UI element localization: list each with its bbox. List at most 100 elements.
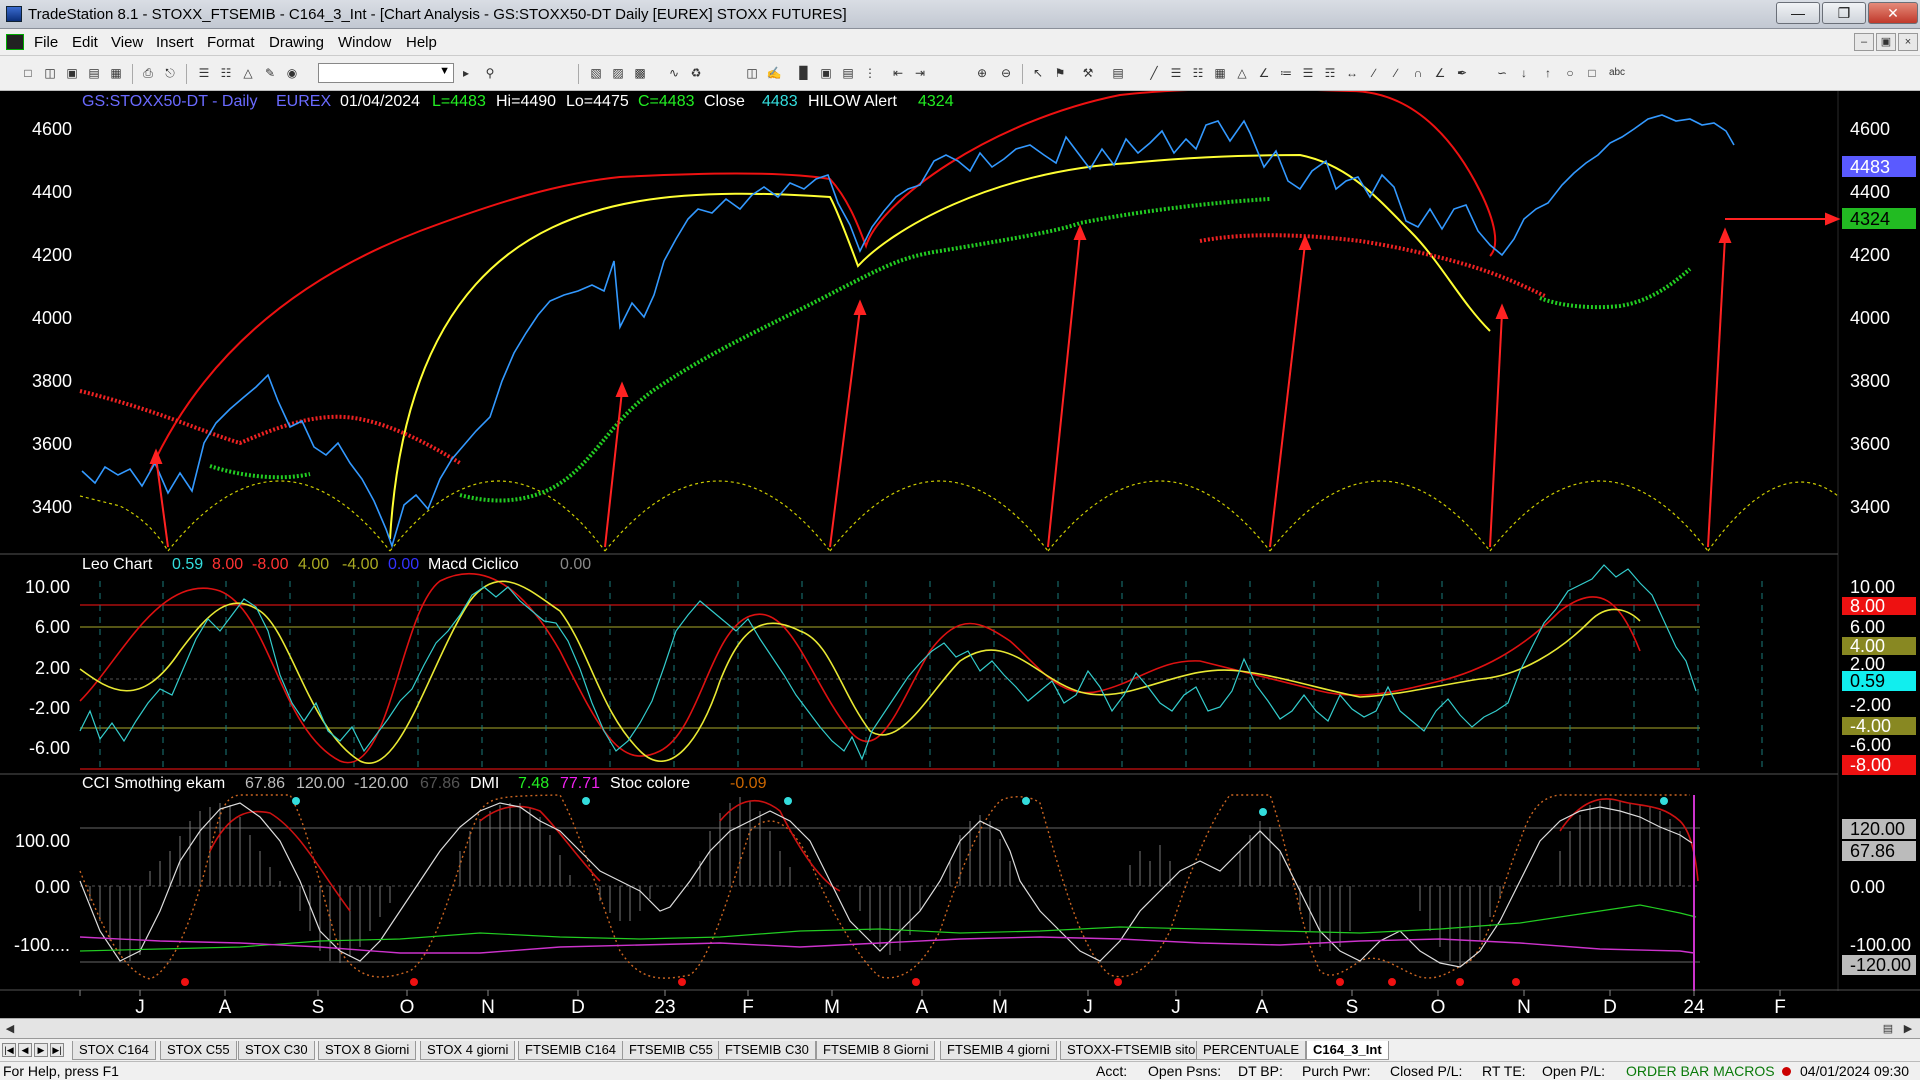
axis-tick-4000: 4000 — [1850, 308, 1890, 328]
maximize-button[interactable]: ❐ — [1822, 2, 1866, 24]
status-macros[interactable]: ORDER BAR MACROS — [1626, 1063, 1775, 1079]
tab-stox-c55[interactable]: STOX C55 — [160, 1041, 237, 1060]
scroll-thumb-icon[interactable]: ▤ — [1880, 1021, 1896, 1037]
open-workspace-icon[interactable]: ▤ — [86, 65, 102, 81]
tab-next-icon[interactable]: ▶ — [34, 1043, 48, 1057]
open-icon[interactable]: ◫ — [42, 65, 58, 81]
arc-icon[interactable]: ∩ — [1410, 65, 1426, 81]
time-label-15: O — [1431, 997, 1446, 1018]
new-workspace-icon[interactable]: ▣ — [64, 65, 80, 81]
menu-format[interactable]: Format — [207, 34, 255, 51]
wrench-icon[interactable]: ⚒ — [1080, 65, 1096, 81]
format-icon[interactable]: ☰ — [196, 65, 212, 81]
macd-value: 0.00 — [560, 556, 591, 573]
format2-icon[interactable]: ☷ — [218, 65, 234, 81]
tab-ftsemib-c164[interactable]: FTSEMIB C164 — [518, 1041, 624, 1060]
close-button[interactable]: ✕ — [1868, 2, 1918, 24]
tab-stoxx-ftsemib-sito[interactable]: STOXX-FTSEMIB sito — [1060, 1041, 1203, 1060]
globe-icon[interactable]: ◉ — [284, 65, 300, 81]
tab-ftsemib-8-giorni[interactable]: FTSEMIB 8 Giorni — [816, 1041, 936, 1060]
scroll-right-arrow-icon[interactable]: ▶ — [1900, 1021, 1916, 1037]
scroll-left-icon[interactable]: ⇤ — [890, 65, 906, 81]
andrews-icon[interactable]: △ — [1234, 65, 1250, 81]
chart-area[interactable]: 4600 4400 4200 4000 3800 3600 3400 4600 … — [0, 91, 1920, 1018]
regression-icon[interactable]: ≔ — [1278, 65, 1294, 81]
menu-help[interactable]: Help — [406, 34, 437, 51]
brush-icon[interactable]: ✒ — [1454, 65, 1470, 81]
tab-ftsemib-4-giorni[interactable]: FTSEMIB 4 giorni — [940, 1041, 1057, 1060]
pencil-icon[interactable]: ∕ — [1388, 65, 1404, 81]
status-open-psns: Open Psns: — [1148, 1063, 1222, 1079]
curve-icon[interactable]: ∽ — [1494, 65, 1510, 81]
tab-prev-icon[interactable]: ◀ — [18, 1043, 32, 1057]
scroll-right-icon[interactable]: ⇥ — [912, 65, 928, 81]
menu-window[interactable]: Window — [338, 34, 391, 51]
leo-tag-m8: -8.00 — [1850, 755, 1891, 775]
time-label-7: F — [742, 997, 754, 1018]
tools-icon[interactable]: ✎ — [262, 65, 278, 81]
minimize-button[interactable]: — — [1776, 2, 1820, 24]
leo-value-2: 8.00 — [212, 556, 243, 573]
point-icon[interactable]: ⋮ — [862, 65, 878, 81]
parallel-lines-icon[interactable]: ∕ — [1366, 65, 1382, 81]
candle-icon[interactable]: ▣ — [818, 65, 834, 81]
chart-layout3-icon[interactable]: ▩ — [632, 65, 648, 81]
save-icon[interactable]: ▦ — [108, 65, 124, 81]
speed-lines-icon[interactable]: ∠ — [1256, 65, 1272, 81]
mdi-restore-button[interactable]: ▣ — [1876, 33, 1896, 51]
horizontal-scrollbar[interactable]: ◀ ▤ ▶ — [0, 1018, 1920, 1038]
lock-icon[interactable]: △ — [240, 65, 256, 81]
gann-icon[interactable]: ▦ — [1212, 65, 1228, 81]
horizontal-line-icon[interactable]: ↔ — [1344, 65, 1360, 81]
print-preview-icon[interactable]: ⎋ — [162, 65, 178, 81]
data-window-icon[interactable]: ▤ — [1110, 65, 1126, 81]
down-arrow-icon[interactable]: ↓ — [1516, 65, 1532, 81]
menu-insert[interactable]: Insert — [156, 34, 194, 51]
tab-last-icon[interactable]: ▶| — [50, 1043, 64, 1057]
menu-view[interactable]: View — [111, 34, 143, 51]
strategy-icon[interactable]: ♻ — [688, 65, 704, 81]
insert-analysis-icon[interactable]: ◫ — [744, 65, 760, 81]
find-icon[interactable]: ⚲ — [482, 65, 498, 81]
tab-ftsemib-c30[interactable]: FTSEMIB C30 — [718, 1041, 816, 1060]
line-icon[interactable]: ▤ — [840, 65, 856, 81]
fan-icon[interactable]: ∠ — [1432, 65, 1448, 81]
tab-stox-c164[interactable]: STOX C164 — [72, 1041, 156, 1060]
bar-chart-icon[interactable]: ▉ — [796, 65, 812, 81]
tab-stox-4-giorni[interactable]: STOX 4 giorni — [420, 1041, 516, 1060]
symbol-combo[interactable]: ▼ — [318, 63, 454, 83]
up-arrow-icon[interactable]: ↑ — [1540, 65, 1556, 81]
tab-stox-8-giorni[interactable]: STOX 8 Giorni — [318, 1041, 417, 1060]
tab-ftsemib-c55[interactable]: FTSEMIB C55 — [622, 1041, 720, 1060]
scroll-left-arrow-icon[interactable]: ◀ — [2, 1021, 18, 1037]
menu-drawing[interactable]: Drawing — [269, 34, 324, 51]
mdi-minimize-button[interactable]: – — [1854, 33, 1874, 51]
tab-first-icon[interactable]: |◀ — [2, 1043, 16, 1057]
fib-lines-icon[interactable]: ☷ — [1190, 65, 1206, 81]
play-icon[interactable]: ▸ — [458, 65, 474, 81]
pointer-icon[interactable]: ↖ — [1030, 65, 1046, 81]
ellipse-icon[interactable]: ○ — [1562, 65, 1578, 81]
tab-c164-3-int[interactable]: C164_3_Int — [1306, 1041, 1389, 1060]
tab-stox-c30[interactable]: STOX C30 — [238, 1041, 315, 1060]
new-icon[interactable]: □ — [20, 65, 36, 81]
chart-layout2-icon[interactable]: ▨ — [610, 65, 626, 81]
zoom-out-icon[interactable]: ⊖ — [998, 65, 1014, 81]
cycle-lines-icon[interactable]: ☶ — [1322, 65, 1338, 81]
mdi-close-button[interactable]: × — [1898, 33, 1918, 51]
tab-percentuale[interactable]: PERCENTUALE — [1196, 1041, 1307, 1060]
rectangle-icon[interactable]: □ — [1584, 65, 1600, 81]
cci-left-axis-0: 0.00 — [35, 877, 70, 897]
print-icon[interactable]: ⎙ — [140, 65, 156, 81]
trendline-icon[interactable]: ╱ — [1146, 65, 1162, 81]
zoom-in-icon[interactable]: ⊕ — [974, 65, 990, 81]
text-icon[interactable]: abc — [1606, 65, 1628, 81]
chart-layout-icon[interactable]: ▧ — [588, 65, 604, 81]
menu-edit[interactable]: Edit — [72, 34, 98, 51]
flag-icon[interactable]: ⚑ — [1052, 65, 1068, 81]
channel-icon[interactable]: ☰ — [1168, 65, 1184, 81]
menu-file[interactable]: File — [34, 34, 58, 51]
insert-text-icon[interactable]: ✍ — [766, 65, 782, 81]
indicator-icon[interactable]: ∿ — [666, 65, 682, 81]
time-zones-icon[interactable]: ☰ — [1300, 65, 1316, 81]
